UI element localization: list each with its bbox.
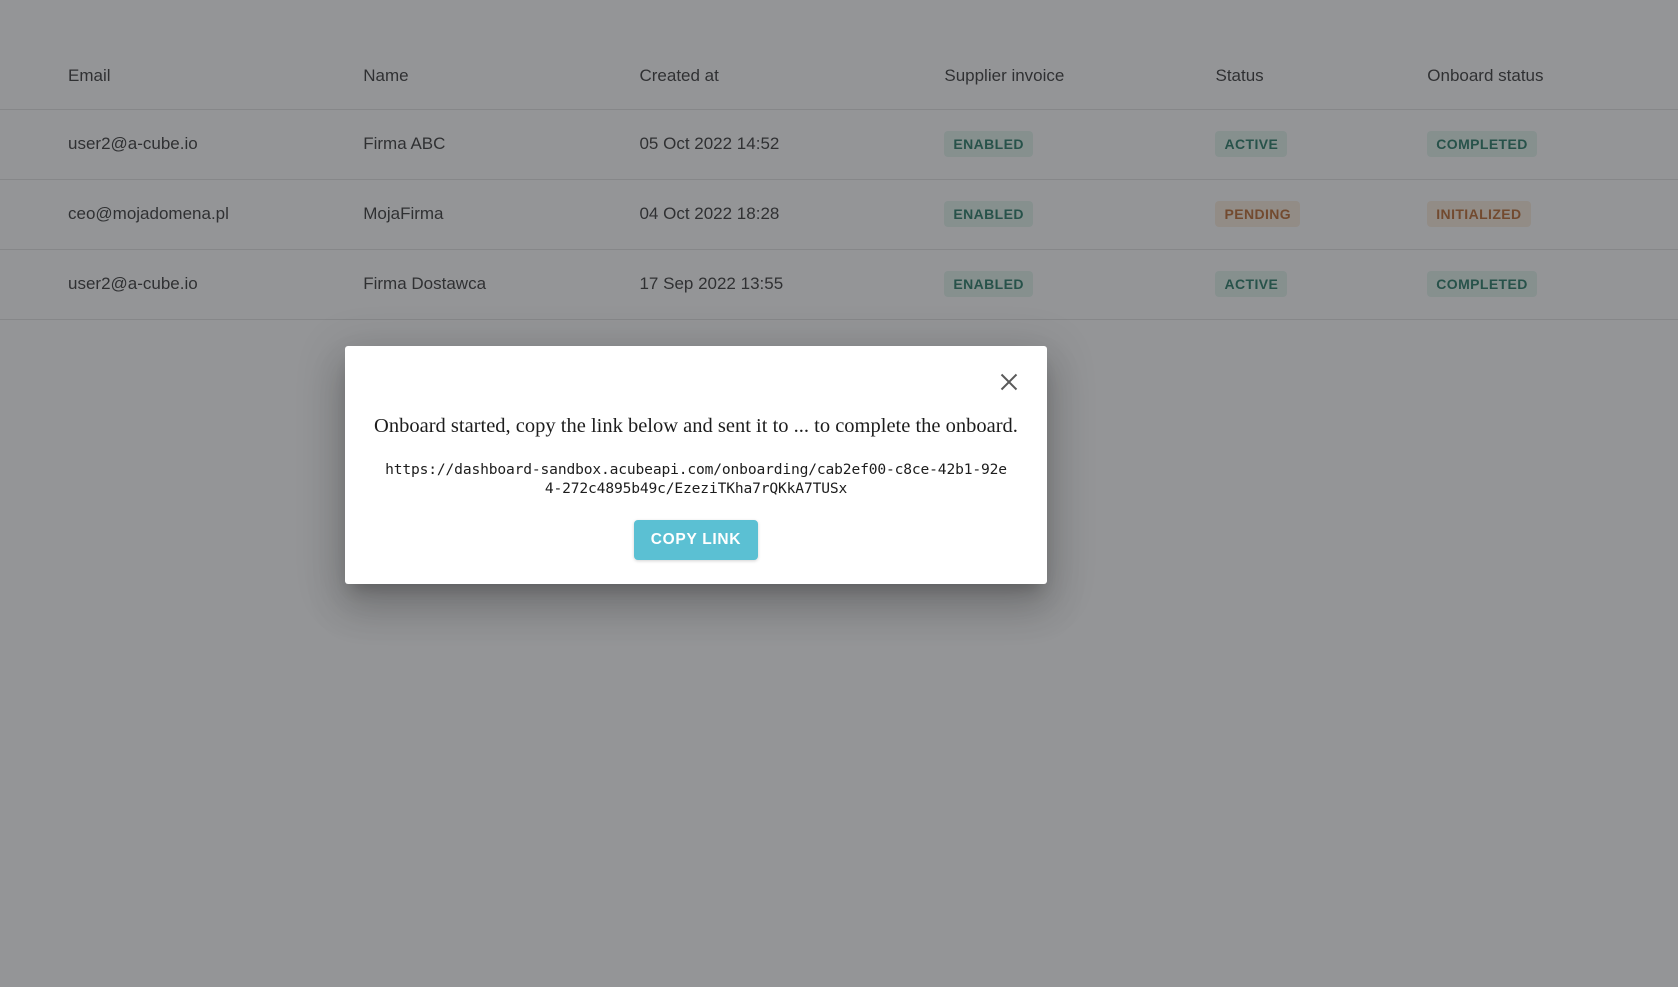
dialog-body: Onboard started, copy the link below and… — [345, 346, 1047, 498]
onboard-link-dialog: Onboard started, copy the link below and… — [345, 346, 1047, 584]
onboarding-link-text[interactable]: https://dashboard-sandbox.acubeapi.com/o… — [385, 460, 1007, 499]
copy-link-button[interactable]: COPY LINK — [633, 520, 759, 560]
dialog-message: Onboard started, copy the link below and… — [374, 415, 1018, 437]
dialog-actions: COPY LINK — [345, 520, 1047, 560]
